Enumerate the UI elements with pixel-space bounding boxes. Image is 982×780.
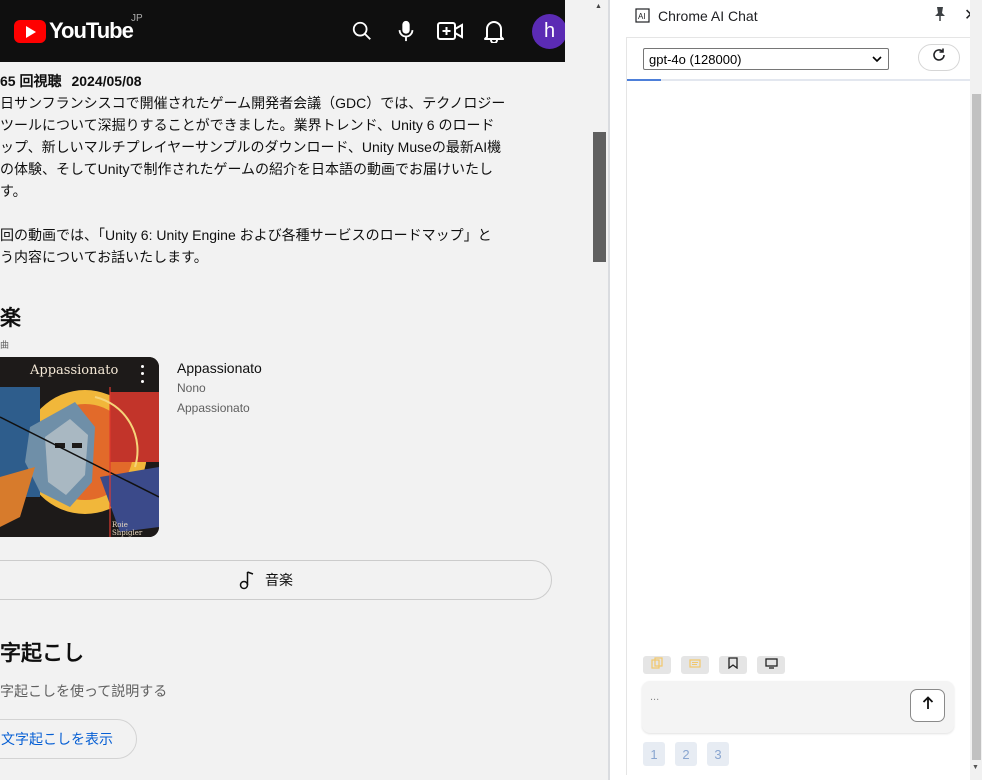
- chat-icon: [689, 656, 701, 674]
- youtube-page: YouTube JP h 65 回視聴 2024/05/08 日サンフランシスコ…: [0, 0, 608, 780]
- model-select[interactable]: gpt-4o (128000): [643, 48, 889, 70]
- svg-text:AI: AI: [638, 12, 646, 21]
- song-artist: Nono: [177, 381, 206, 395]
- page-scrollbar-thumb[interactable]: [593, 132, 606, 262]
- bookmark-icon: [728, 656, 738, 674]
- page-scroll-track: [565, 0, 591, 780]
- scroll-up-arrow-icon[interactable]: ▲: [595, 3, 602, 10]
- screen-tool-button[interactable]: [757, 656, 785, 674]
- description-line: の体験、そしてUnityで制作されたゲームの紹介を日本語の動画でお届けいたし: [0, 161, 494, 177]
- panel-header: AI Chrome AI Chat ✕: [610, 0, 982, 32]
- model-select-value: gpt-4o (128000): [649, 51, 742, 67]
- album-art-card[interactable]: Appassionato Roie Shpigler: [0, 357, 159, 537]
- view-count: 65 回視聴: [0, 73, 62, 89]
- search-icon[interactable]: [348, 17, 376, 45]
- chat-tool-button[interactable]: [681, 656, 709, 674]
- conversation-pages: 1 2 3: [643, 742, 729, 766]
- chat-toolbar: [643, 656, 785, 674]
- youtube-play-icon: [14, 19, 46, 43]
- arrow-up-icon: [922, 696, 934, 715]
- video-meta: 65 回視聴 2024/05/08: [0, 71, 152, 91]
- upload-date: 2024/05/08: [71, 73, 142, 89]
- screen-icon: [764, 656, 778, 674]
- panel-scroll-track: ▼: [970, 0, 982, 780]
- copy-tool-button[interactable]: [643, 656, 671, 674]
- pin-icon[interactable]: [933, 6, 947, 22]
- video-description-area: 65 回視聴 2024/05/08 日サンフランシスコで開催されたゲーム開発者会議…: [0, 62, 565, 780]
- refresh-icon: [931, 47, 947, 68]
- notifications-bell-icon[interactable]: [480, 17, 508, 45]
- youtube-header: YouTube JP h: [0, 0, 591, 62]
- song-album: Appassionato: [177, 401, 250, 415]
- song-title: Appassionato: [177, 360, 262, 376]
- album-art-signature: Roie Shpigler: [112, 521, 143, 537]
- loading-progress-bar: [627, 79, 971, 81]
- description-line: す。: [0, 183, 27, 199]
- music-section-heading: 楽: [0, 307, 21, 330]
- page-tab[interactable]: 2: [675, 742, 697, 766]
- music-info: Appassionato Nono Appassionato: [177, 358, 262, 418]
- panel-title: Chrome AI Chat: [658, 8, 758, 24]
- description-line: う内容についてお話いたします。: [0, 249, 208, 265]
- refresh-button[interactable]: [918, 44, 960, 71]
- description-line: ツールについて深掘りすることができました。業界トレンド、Unity 6 のロード: [0, 117, 495, 133]
- description-line: 回の動画では、「Unity 6: Unity Engine および各種サービスの…: [0, 227, 492, 243]
- music-section-subheading: 曲: [0, 340, 10, 350]
- screen: YouTube JP h 65 回視聴 2024/05/08 日サンフランシスコ…: [0, 0, 982, 780]
- chevron-down-icon: [871, 52, 883, 69]
- create-video-icon[interactable]: [436, 17, 464, 45]
- transcript-heading: 字起こし: [0, 642, 84, 665]
- description-line: [0, 202, 565, 224]
- scroll-down-arrow-icon[interactable]: ▼: [972, 764, 979, 771]
- description-line: ップ、新しいマルチプレイヤーサンプルのダウンロード、Unity Museの最新A…: [0, 139, 502, 155]
- send-button[interactable]: [910, 689, 945, 722]
- chat-input-placeholder: ...: [650, 691, 660, 703]
- chat-input[interactable]: ...: [642, 681, 954, 733]
- youtube-logo[interactable]: YouTube JP: [14, 13, 143, 44]
- panel-scrollbar-thumb[interactable]: [972, 94, 981, 760]
- loading-progress-fill: [627, 79, 662, 81]
- description-text: 日サンフランシスコで開催されたゲーム開発者会議（GDC）では、テクノロジー ツー…: [0, 92, 565, 268]
- show-transcript-button[interactable]: 文字起こしを表示: [0, 719, 137, 759]
- music-note-icon: [239, 570, 255, 590]
- transcript-subtitle: 字起こしを使って説明する: [0, 683, 168, 699]
- youtube-wordmark: YouTube: [49, 18, 134, 43]
- music-button[interactable]: 音楽: [0, 560, 552, 600]
- country-code: JP: [131, 13, 143, 24]
- bookmark-tool-button[interactable]: [719, 656, 747, 674]
- microphone-icon[interactable]: [392, 17, 420, 45]
- music-button-label: 音楽: [265, 572, 293, 588]
- page-tab[interactable]: 3: [707, 742, 729, 766]
- ai-chat-logo-icon: AI: [635, 8, 650, 28]
- chat-area: gpt-4o (128000) ... 1 2 3: [626, 37, 971, 775]
- album-art-title: Appassionato: [30, 363, 119, 378]
- description-line: 日サンフランシスコで開催されたゲーム開発者会議（GDC）では、テクノロジー: [0, 95, 506, 111]
- copy-icon: [651, 656, 663, 674]
- chrome-ai-chat-panel: AI Chrome AI Chat ✕ gpt-4o (128000): [610, 0, 982, 780]
- page-tab[interactable]: 1: [643, 742, 665, 766]
- more-options-icon[interactable]: [136, 363, 148, 385]
- account-avatar[interactable]: h: [532, 14, 567, 49]
